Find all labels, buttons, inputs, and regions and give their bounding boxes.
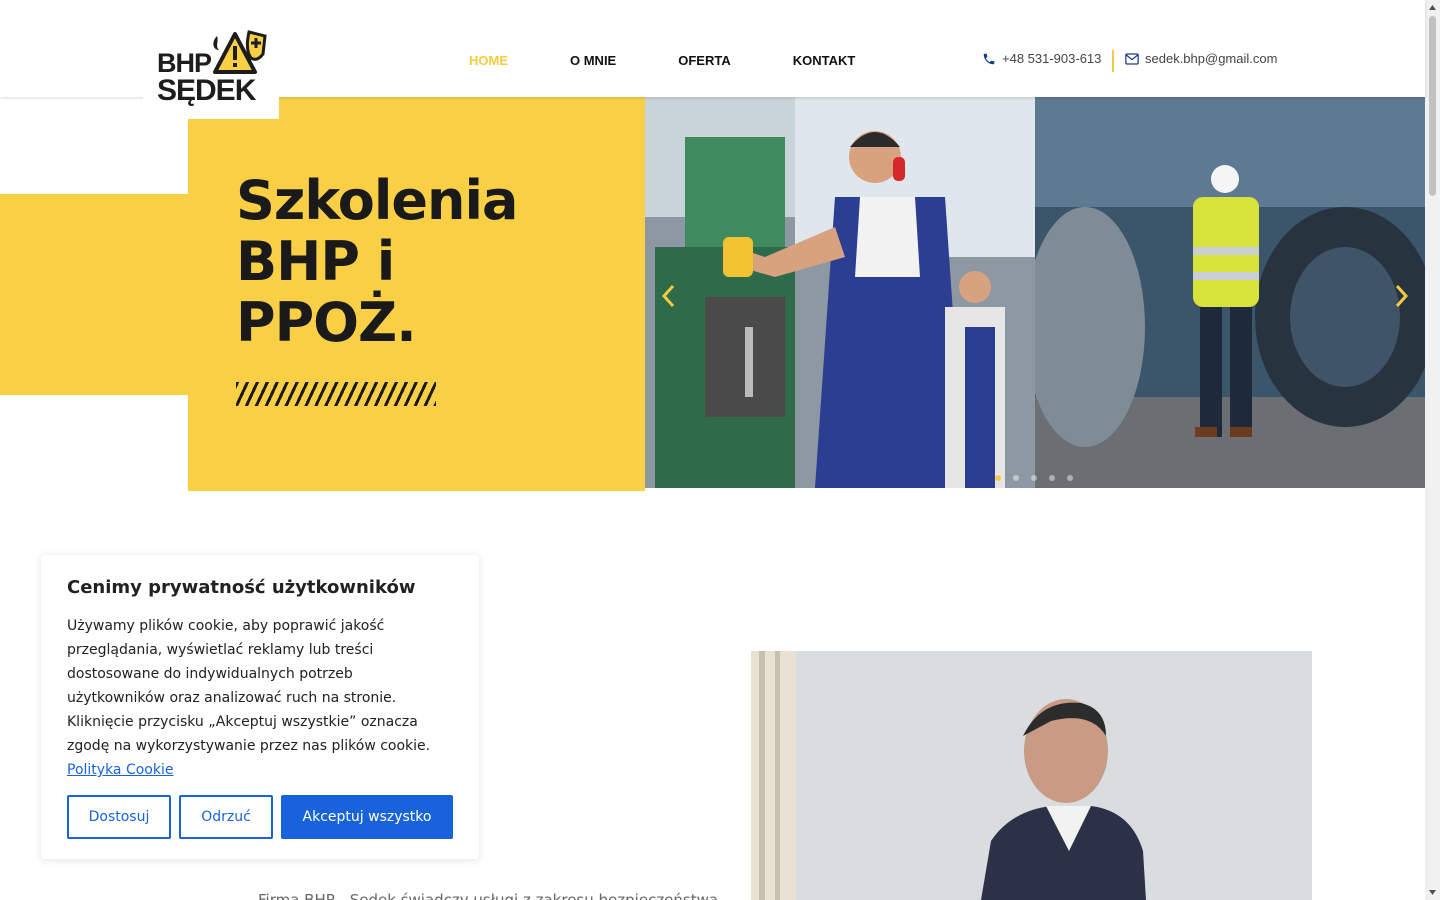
slider-dot[interactable] (1013, 475, 1019, 481)
scrollbar[interactable] (1425, 0, 1440, 900)
cookie-title: Cenimy prywatność użytkowników (67, 577, 416, 598)
cookie-text: Używamy plików cookie, aby poprawić jako… (67, 614, 453, 782)
hero-accent-block (0, 194, 190, 395)
slider-dot[interactable] (1049, 475, 1055, 481)
slide-image-worker-drill (645, 97, 1035, 488)
flame-icon (213, 36, 219, 50)
cookie-banner: Cenimy prywatność użytkowników Używamy p… (41, 555, 479, 859)
hero-title-line3: PPOŻ. (236, 291, 417, 354)
about-text-partial: Firma BHP - Sędek świadczy usługi z zakr… (258, 891, 719, 900)
mail-icon (1125, 52, 1139, 65)
cookie-description: Używamy plików cookie, aby poprawić jako… (67, 618, 431, 754)
email-address: sedek.bhp@gmail.com (1145, 51, 1278, 66)
hero-title-line1: Szkolenia (236, 169, 518, 232)
customize-button[interactable]: Dostosuj (67, 795, 171, 839)
chevron-left-icon[interactable] (659, 282, 679, 310)
accept-all-button[interactable]: Akceptuj wszystko (281, 795, 453, 839)
cookie-policy-link[interactable]: Polityka Cookie (67, 762, 173, 778)
scroll-up-icon[interactable] (1428, 3, 1437, 12)
nav-home[interactable]: HOME (469, 53, 508, 68)
nav-offer[interactable]: OFERTA (678, 53, 730, 68)
hatch-decoration (236, 382, 436, 406)
logo-line2: SĘDEK (157, 74, 256, 107)
page: HOME O MNIE OFERTA KONTAKT +48 531-903-6… (0, 0, 1440, 900)
main-nav: HOME O MNIE OFERTA KONTAKT (469, 53, 917, 68)
reject-button[interactable]: Odrzuć (179, 795, 273, 839)
hero-title: Szkolenia BHP i PPOŻ. (236, 169, 518, 354)
chevron-right-icon[interactable] (1391, 282, 1411, 310)
phone-contact[interactable]: +48 531-903-613 (982, 51, 1101, 66)
slider-dot[interactable] (1067, 475, 1073, 481)
scroll-thumb[interactable] (1429, 16, 1436, 196)
warning-triangle-icon (213, 30, 267, 74)
hero-slider[interactable] (645, 97, 1425, 488)
slider-dots (995, 475, 1073, 481)
site-logo[interactable]: BHP SĘDEK (143, 26, 279, 119)
nav-contact[interactable]: KONTAKT (793, 53, 856, 68)
hero-title-line2: BHP i (236, 230, 395, 293)
cookie-buttons: Dostosuj Odrzuć Akceptuj wszystko (67, 795, 453, 839)
scroll-down-icon[interactable] (1428, 888, 1437, 897)
phone-number: +48 531-903-613 (1002, 51, 1102, 66)
email-contact[interactable]: sedek.bhp@gmail.com (1125, 51, 1277, 66)
slider-dot[interactable] (1031, 475, 1037, 481)
slide-image-factory-hall (1035, 97, 1425, 488)
trainer-photo (751, 651, 1312, 900)
phone-icon (983, 53, 995, 64)
nav-about[interactable]: O MNIE (570, 53, 616, 68)
slider-dot[interactable] (995, 475, 1001, 481)
contact-divider (1112, 50, 1114, 72)
